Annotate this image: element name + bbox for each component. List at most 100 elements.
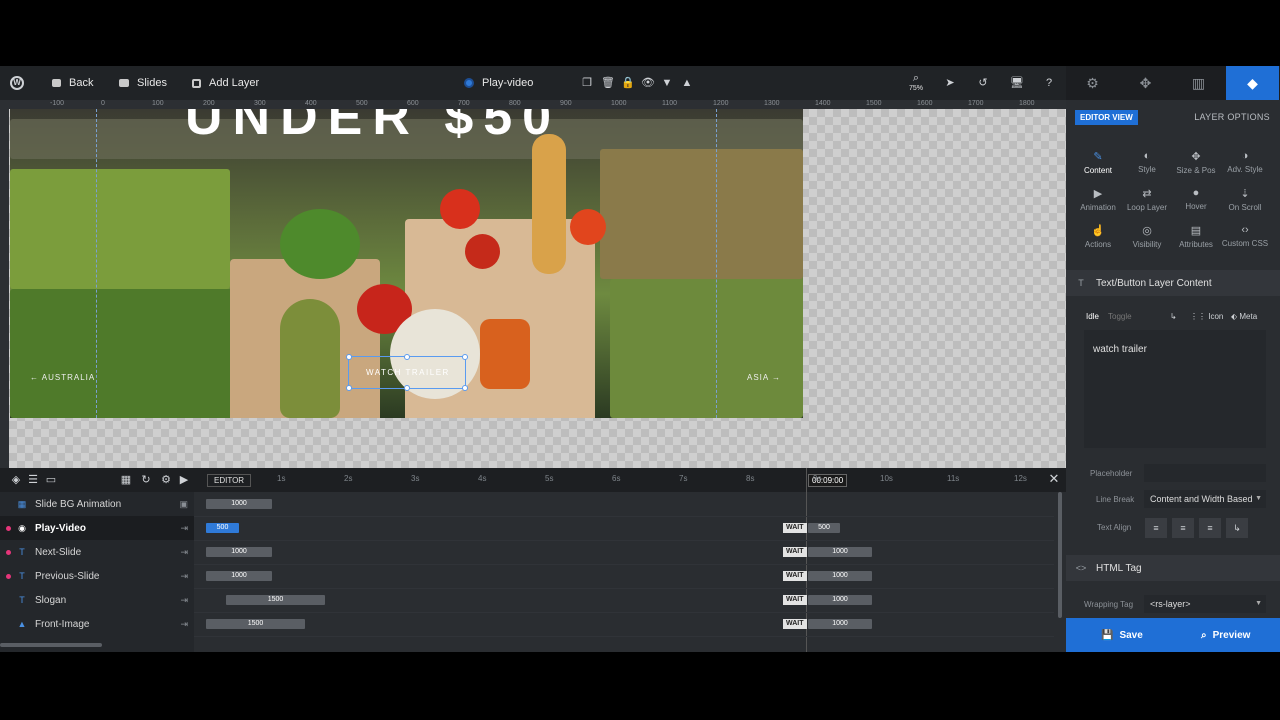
zoom-control[interactable]: ⌕ 75% (906, 72, 926, 92)
visibility-icon[interactable]: 👁 (641, 77, 655, 89)
animation-in-bar[interactable]: 1000 (206, 499, 272, 509)
tab-slide-options[interactable]: ▥ (1172, 66, 1225, 100)
next-slide-label[interactable]: ASIA → (747, 373, 781, 382)
animation-in-bar[interactable]: 1500 (226, 595, 325, 605)
line-break-icon[interactable]: ↳ (1170, 312, 1177, 321)
desktop-icon[interactable]: 🖥 (1010, 77, 1024, 89)
play-icon[interactable]: ▶ (178, 474, 190, 486)
layer-row[interactable]: T Previous-Slide ⇥ (0, 564, 194, 588)
align-left-icon[interactable]: ≡ (1145, 518, 1167, 538)
wrapping-tag-select[interactable]: <rs-layer> ▼ (1144, 595, 1266, 613)
tab-navigation[interactable]: ✥ (1119, 66, 1172, 100)
animation-out-bar[interactable]: 1000 (808, 547, 872, 557)
grid-icon[interactable]: ▦ (120, 474, 132, 486)
watch-trailer-button-layer[interactable]: WATCH TRAILER (366, 368, 450, 377)
layer-row[interactable]: ▦ Slide BG Animation ▣ (0, 492, 194, 516)
tab-toggle[interactable]: Toggle (1108, 312, 1132, 321)
layer-row[interactable]: T Slogan ⇥ (0, 588, 194, 612)
layer-option-custom-css[interactable]: ‹› Custom CSS (1217, 224, 1273, 248)
animation-out-bar[interactable]: 1000 (808, 619, 872, 629)
text-content-section-header[interactable]: T Text/Button Layer Content (1066, 270, 1280, 296)
end-align-icon[interactable]: ⇥ (180, 547, 188, 558)
animation-in-bar[interactable]: 500 (206, 523, 239, 533)
layer-option-on-scroll[interactable]: ⇣ On Scroll (1217, 187, 1273, 212)
wait-marker[interactable]: WAIT (783, 523, 807, 533)
animation-out-bar[interactable]: 1000 (808, 595, 872, 605)
cursor-icon[interactable]: ➤ (944, 77, 956, 89)
animation-in-bar[interactable]: 1000 (206, 571, 272, 581)
tab-idle[interactable]: Idle (1086, 312, 1099, 321)
layer-content-textarea[interactable]: watch trailer (1084, 330, 1266, 448)
editor-canvas[interactable]: UNDER $50 ← AUSTRALIA ASIA → WATCH TRAIL… (9, 109, 1066, 468)
wordpress-icon[interactable]: W (10, 66, 24, 100)
icon-button[interactable]: ⋮⋮ Icon (1190, 312, 1223, 321)
tab-layer-options[interactable]: ◆ (1226, 66, 1279, 100)
undo-icon[interactable]: ↺ (977, 77, 989, 89)
close-icon[interactable]: ✕ (1048, 472, 1060, 485)
align-center-icon[interactable]: ≡ (1172, 518, 1194, 538)
tracks-vertical-scrollbar[interactable] (1058, 492, 1062, 618)
previous-slide-label[interactable]: ← AUSTRALIA (30, 373, 95, 382)
add-layer-button[interactable]: Add Layer (192, 66, 259, 100)
wait-marker[interactable]: WAIT (783, 595, 807, 605)
chevron-down-icon[interactable]: ▼ (661, 77, 673, 89)
end-align-icon[interactable]: ⇥ (180, 619, 188, 630)
layer-option-actions[interactable]: ☝ Actions (1070, 224, 1126, 249)
align-reset-icon[interactable]: ↳ (1226, 518, 1248, 538)
layer-option-size-pos[interactable]: ✥ Size & Pos (1168, 150, 1224, 175)
current-layer-indicator[interactable]: Play-video (464, 66, 533, 100)
timeline-scrollbar[interactable] (0, 643, 102, 647)
animation-in-bar[interactable]: 1000 (206, 547, 272, 557)
html-tag-section-header[interactable]: <> HTML Tag (1066, 555, 1280, 581)
help-icon[interactable]: ? (1043, 77, 1055, 89)
end-align-icon[interactable]: ⇥ (180, 595, 188, 606)
animation-in-bar[interactable]: 1500 (206, 619, 305, 629)
settings-icon[interactable]: ⚙ (160, 474, 172, 486)
save-button[interactable]: 💾 Save (1101, 618, 1143, 652)
rotate-handle[interactable] (462, 385, 468, 391)
list-icon[interactable]: ☰ (27, 474, 39, 486)
layer-option-hover[interactable]: ● Hover (1168, 187, 1224, 211)
animation-out-bar[interactable]: 1000 (808, 571, 872, 581)
chevron-up-icon[interactable]: ▲ (681, 77, 693, 89)
tab-module-settings[interactable]: ⚙ (1066, 66, 1119, 100)
preview-button[interactable]: ⌕ Preview (1201, 618, 1250, 652)
editor-mode-label[interactable]: EDITOR (207, 474, 252, 487)
slide-headline[interactable]: UNDER $50 (185, 109, 561, 147)
align-right-icon[interactable]: ≡ (1199, 518, 1221, 538)
meta-button[interactable]: ⬖ Meta (1231, 312, 1257, 321)
slides-button[interactable]: Slides (119, 66, 167, 100)
layer-option-attributes[interactable]: ▤ Attributes (1168, 224, 1224, 249)
lock-icon[interactable]: 🔒 (621, 77, 635, 89)
back-button[interactable]: Back (52, 66, 93, 100)
layer-option-style[interactable]: ◐ Style (1119, 150, 1175, 174)
layer-row[interactable]: T Next-Slide ⇥ (0, 540, 194, 564)
layer-option-animation[interactable]: ▶ Animation (1070, 187, 1126, 212)
layer-row[interactable]: ◉ Play-Video ⇥ (0, 516, 194, 540)
resize-handle[interactable] (404, 354, 410, 360)
placeholder-input[interactable] (1144, 464, 1266, 482)
resize-handle[interactable] (346, 385, 352, 391)
resize-handle[interactable] (346, 354, 352, 360)
end-align-icon[interactable]: ⇥ (180, 523, 188, 534)
layer-option-adv-style[interactable]: ◑ Adv. Style (1217, 150, 1273, 174)
duplicate-icon[interactable]: ❐ (581, 77, 593, 89)
resize-handle[interactable] (404, 385, 410, 391)
line-break-select[interactable]: Content and Width Based ▼ (1144, 490, 1266, 508)
layer-row[interactable]: ▲ Front-Image ⇥ (0, 612, 194, 636)
wait-marker[interactable]: WAIT (783, 547, 807, 557)
end-align-icon[interactable]: ⇥ (180, 571, 188, 582)
slide-preview[interactable]: UNDER $50 ← AUSTRALIA ASIA → WATCH TRAIL… (10, 109, 803, 418)
animation-out-bar[interactable]: 500 (808, 523, 840, 533)
layers-icon[interactable]: ◈ (10, 474, 22, 486)
resize-handle[interactable] (462, 354, 468, 360)
delete-icon[interactable]: 🗑 (601, 77, 615, 89)
layer-option-loop-layer[interactable]: ⇄ Loop Layer (1119, 187, 1175, 212)
wait-marker[interactable]: WAIT (783, 619, 807, 629)
editor-view-button[interactable]: EDITOR VIEW (1075, 110, 1138, 125)
loop-icon[interactable]: ↻ (140, 474, 152, 486)
layer-option-visibility[interactable]: ◎ Visibility (1119, 224, 1175, 249)
layer-option-content[interactable]: ✎ Content (1070, 150, 1126, 175)
wait-marker[interactable]: WAIT (783, 571, 807, 581)
image-stack-icon[interactable]: ▣ (179, 499, 188, 510)
